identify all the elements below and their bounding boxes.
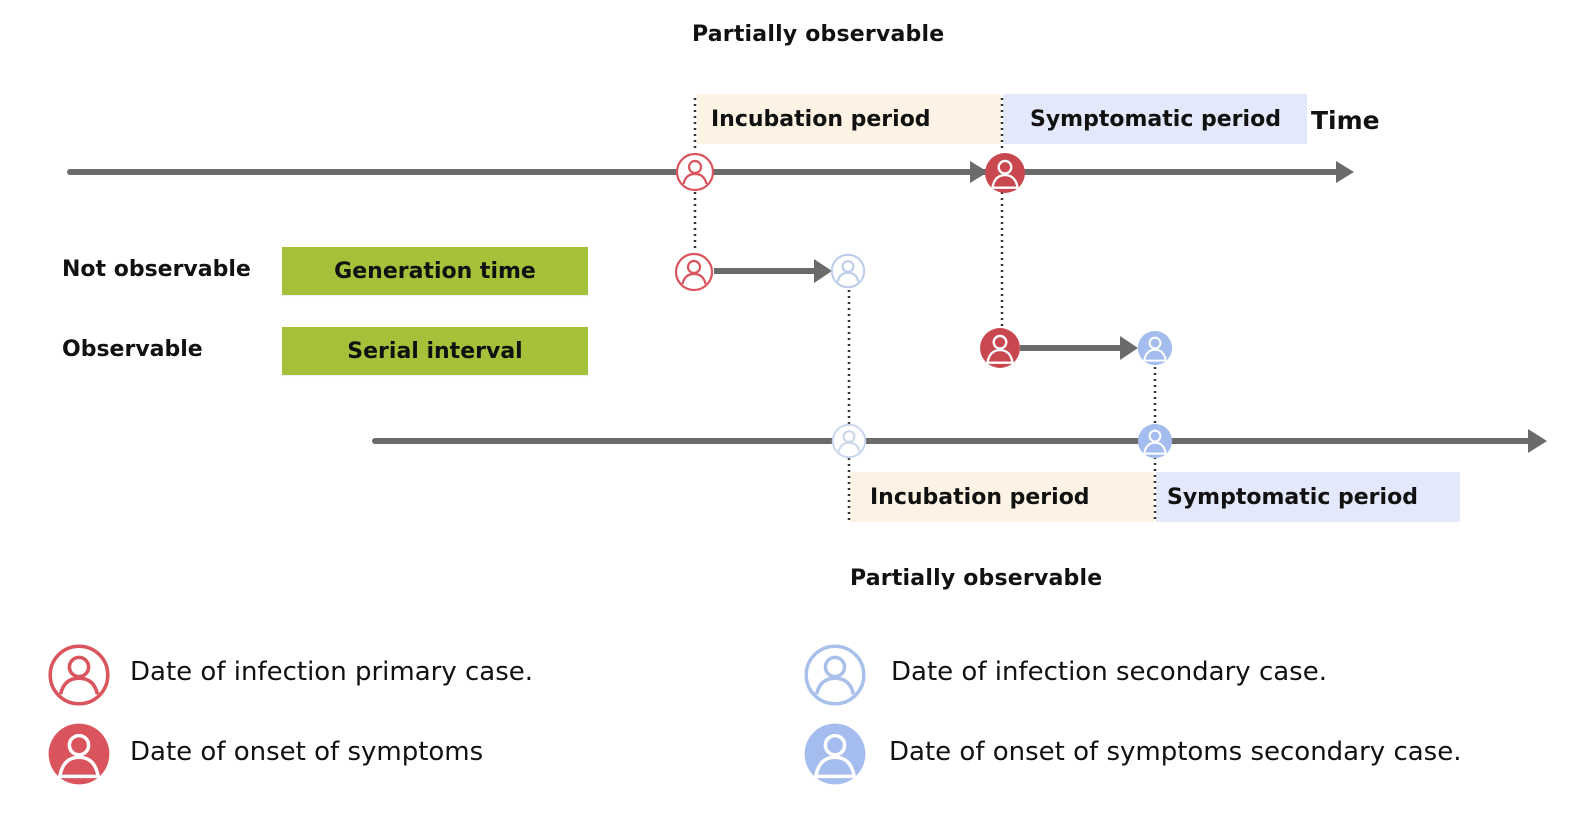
- serial-primary-onset-icon: [979, 327, 1021, 369]
- generation-primary-infection-icon: [674, 252, 714, 292]
- primary-infection-icon: [675, 152, 715, 192]
- legend-primary-onset-label: Date of onset of symptoms: [130, 737, 484, 767]
- legend-secondary-onset-icon: [803, 722, 867, 786]
- secondary-infection-icon: [831, 423, 867, 459]
- serial-interval-arrowhead: [1120, 336, 1138, 360]
- legend-secondary-infection-icon: [804, 644, 866, 706]
- generation-secondary-infection-icon: [830, 253, 866, 289]
- legend-primary-onset-icon: [47, 722, 111, 786]
- serial-secondary-onset-icon: [1137, 330, 1173, 366]
- legend-primary-infection-label: Date of infection primary case.: [130, 657, 533, 687]
- secondary-axis-arrowhead: [1528, 429, 1547, 453]
- generation-time-arrowhead: [814, 259, 832, 283]
- primary-axis-arrowhead: [1336, 161, 1354, 183]
- timeline-diagram: [47, 98, 1547, 786]
- primary-onset-icon: [984, 152, 1026, 194]
- legend-secondary-onset-label: Date of onset of symptoms secondary case…: [889, 737, 1462, 767]
- legend-secondary-infection-label: Date of infection secondary case.: [891, 657, 1327, 687]
- legend-primary-infection-icon: [48, 644, 110, 706]
- secondary-onset-icon: [1137, 422, 1173, 460]
